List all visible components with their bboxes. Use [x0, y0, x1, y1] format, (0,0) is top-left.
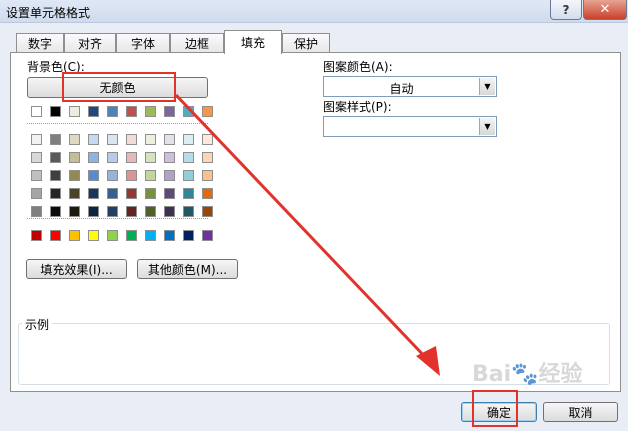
annotation-arrow [174, 93, 440, 376]
arrow-shaft [174, 93, 430, 362]
tab-fill[interactable]: 填充 [224, 30, 282, 54]
